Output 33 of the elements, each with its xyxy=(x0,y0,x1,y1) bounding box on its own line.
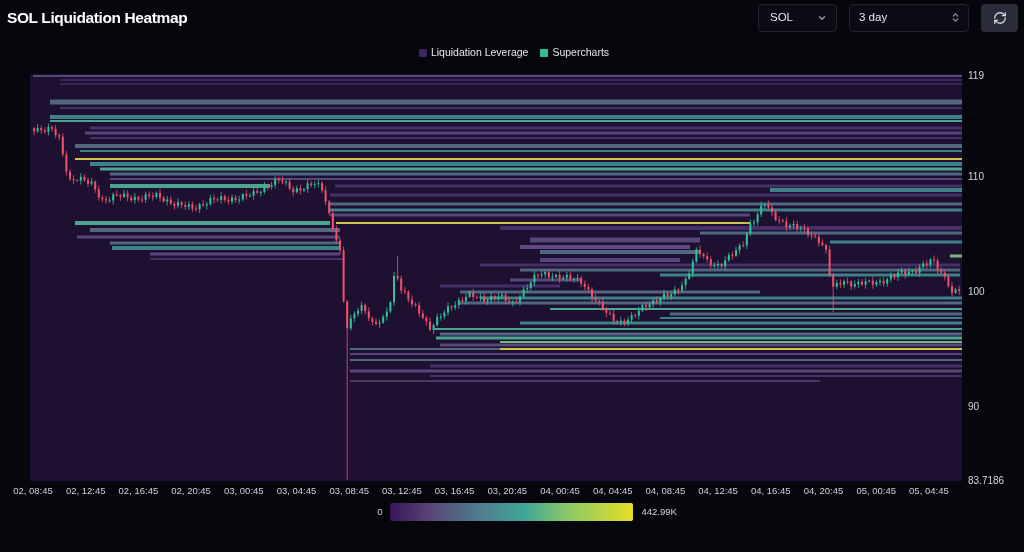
time-axis-label: 04, 08:45 xyxy=(645,485,686,496)
price-axis-label: 110 xyxy=(968,170,984,182)
time-axis-label: 02, 12:45 xyxy=(65,485,106,496)
scale-min-label: 0 xyxy=(377,505,383,519)
range-select[interactable]: 3 day xyxy=(849,3,969,32)
time-axis-label: 04, 20:45 xyxy=(803,485,844,496)
time-axis-label: 03, 12:45 xyxy=(382,485,422,496)
page-title: SOL Liquidation Heatmap xyxy=(7,7,188,28)
time-axis-label: 03, 00:45 xyxy=(224,485,264,496)
time-axis-label: 04, 00:45 xyxy=(540,485,580,496)
time-axis-label: 05, 04:45 xyxy=(909,485,949,496)
time-axis-label: 04, 12:45 xyxy=(698,485,738,496)
scale-max-label: 442.99K xyxy=(641,505,677,519)
up-down-chevron-icon xyxy=(950,12,961,23)
time-axis-label: 02, 08:45 xyxy=(13,485,53,496)
time-axis-label: 03, 16:45 xyxy=(434,485,475,496)
time-axis-label: 02, 16:45 xyxy=(118,485,159,496)
symbol-select[interactable]: SOL xyxy=(758,3,837,32)
price-axis-label: 90 xyxy=(968,400,980,412)
time-axis-label: 03, 20:45 xyxy=(487,485,528,496)
refresh-button[interactable] xyxy=(981,3,1018,32)
time-axis-label: 03, 04:45 xyxy=(276,485,317,496)
price-axis-label: 83.7186 xyxy=(968,474,1005,486)
time-axis-label: 03, 08:45 xyxy=(329,485,369,496)
price-axis-label: 119 xyxy=(968,70,984,81)
legend-item[interactable]: Supercharts xyxy=(540,44,610,61)
time-axis-label: 04, 04:45 xyxy=(592,485,633,496)
legend-item[interactable]: Liquidation Leverage xyxy=(418,44,529,61)
price-axis-label: 100 xyxy=(968,285,985,297)
time-axis-label: 02, 20:45 xyxy=(171,485,211,496)
time-axis-label: 05, 00:45 xyxy=(856,485,896,496)
refresh-icon xyxy=(992,10,1007,25)
time-axis-label: 04, 16:45 xyxy=(751,485,791,496)
